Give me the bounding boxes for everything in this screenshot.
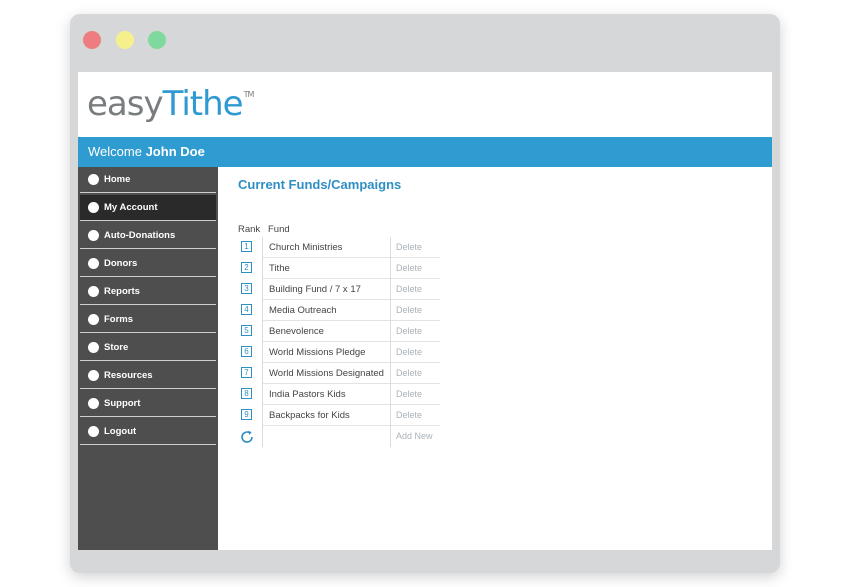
sidebar-item-label: Logout: [104, 426, 137, 437]
circle-icon: [88, 342, 99, 353]
delete-link[interactable]: Delete: [390, 363, 440, 384]
sidebar-item-label: Home: [104, 174, 131, 185]
table-row: 1 Church Ministries Delete: [238, 237, 440, 258]
main-content: Current Funds/Campaigns Rank Fund 1 Churc…: [238, 167, 758, 550]
delete-link[interactable]: Delete: [390, 384, 440, 405]
page-title: Current Funds/Campaigns: [238, 177, 402, 192]
table-row: 3 Building Fund / 7 x 17 Delete: [238, 279, 440, 300]
sidebar-nav: Home My Account Auto-Donations Donors Report…: [78, 167, 218, 550]
rank-badge[interactable]: 4: [241, 304, 252, 315]
logo-trademark: TM: [243, 90, 255, 99]
circle-icon: [88, 398, 99, 409]
delete-link[interactable]: Delete: [390, 258, 440, 279]
circle-icon: [88, 202, 99, 213]
rank-badge[interactable]: 8: [241, 388, 252, 399]
fund-column-header: Fund: [268, 224, 290, 235]
delete-link[interactable]: Delete: [390, 237, 440, 258]
sidebar-item-label: Forms: [104, 314, 134, 325]
rank-badge[interactable]: 9: [241, 409, 252, 420]
circle-icon: [88, 258, 99, 269]
table-row: 2 Tithe Delete: [238, 258, 440, 279]
sidebar-item-label: Reports: [104, 286, 140, 297]
rank-badge[interactable]: 2: [241, 262, 252, 273]
close-window-button[interactable]: [83, 31, 101, 49]
new-fund-cell: [262, 426, 390, 447]
sidebar-item-donors[interactable]: Donors: [80, 251, 216, 277]
table-row: 6 World Missions Pledge Delete: [238, 342, 440, 363]
fund-name[interactable]: World Missions Pledge: [262, 342, 390, 363]
delete-link[interactable]: Delete: [390, 321, 440, 342]
sidebar-item-label: Resources: [104, 370, 153, 381]
refresh-icon[interactable]: [239, 429, 255, 445]
table-row: 9 Backpacks for Kids Delete: [238, 405, 440, 426]
app-screen: easyTitheTM Welcome John Doe Home My Acco…: [78, 72, 772, 550]
sidebar-item-resources[interactable]: Resources: [80, 363, 216, 389]
welcome-bar: Welcome John Doe: [78, 137, 772, 167]
user-name: John Doe: [145, 144, 205, 159]
sidebar-item-label: Auto-Donations: [104, 230, 176, 241]
sidebar-item-forms[interactable]: Forms: [80, 307, 216, 333]
circle-icon: [88, 286, 99, 297]
minimize-window-button[interactable]: [116, 31, 134, 49]
sidebar-item-label: Support: [104, 398, 141, 409]
rank-column-header: Rank: [238, 224, 261, 235]
delete-link[interactable]: Delete: [390, 342, 440, 363]
fund-name[interactable]: Backpacks for Kids: [262, 405, 390, 426]
funds-table: 1 Church Ministries Delete 2 Tithe Delete 3 Bui…: [238, 237, 440, 447]
rank-badge[interactable]: 5: [241, 325, 252, 336]
circle-icon: [88, 426, 99, 437]
rank-badge[interactable]: 6: [241, 346, 252, 357]
sidebar-item-support[interactable]: Support: [80, 391, 216, 417]
delete-link[interactable]: Delete: [390, 405, 440, 426]
sidebar-item-label: Store: [104, 342, 129, 353]
fund-name[interactable]: Church Ministries: [262, 237, 390, 258]
delete-link[interactable]: Delete: [390, 300, 440, 321]
rank-badge[interactable]: 3: [241, 283, 252, 294]
sidebar-item-home[interactable]: Home: [80, 167, 216, 193]
sidebar-item-auto-donations[interactable]: Auto-Donations: [80, 223, 216, 249]
logo-text-tithe: Tithe: [162, 84, 244, 124]
delete-link[interactable]: Delete: [390, 279, 440, 300]
easytithe-logo[interactable]: easyTitheTM: [87, 84, 255, 124]
fund-name[interactable]: Tithe: [262, 258, 390, 279]
table-row: 8 India Pastors Kids Delete: [238, 384, 440, 405]
circle-icon: [88, 370, 99, 381]
circle-icon: [88, 314, 99, 325]
rank-badge[interactable]: 7: [241, 367, 252, 378]
table-row: 4 Media Outreach Delete: [238, 300, 440, 321]
header-logo-area: easyTitheTM: [78, 72, 772, 136]
fund-name[interactable]: India Pastors Kids: [262, 384, 390, 405]
sidebar-item-label: Donors: [104, 258, 138, 269]
fund-name[interactable]: Media Outreach: [262, 300, 390, 321]
fund-name[interactable]: World Missions Designated: [262, 363, 390, 384]
maximize-window-button[interactable]: [148, 31, 166, 49]
fund-name[interactable]: Benevolence: [262, 321, 390, 342]
sidebar-item-my-account[interactable]: My Account: [80, 195, 216, 221]
table-row: 7 World Missions Designated Delete: [238, 363, 440, 384]
sidebar-item-label: My Account: [104, 202, 158, 213]
logo-text-easy: easy: [87, 84, 164, 124]
browser-window: easyTitheTM Welcome John Doe Home My Acco…: [70, 14, 780, 573]
add-new-link[interactable]: Add New: [390, 426, 440, 447]
table-row: 5 Benevolence Delete: [238, 321, 440, 342]
welcome-prefix: Welcome: [88, 144, 142, 159]
sidebar-item-store[interactable]: Store: [80, 335, 216, 361]
sidebar-item-reports[interactable]: Reports: [80, 279, 216, 305]
sidebar-item-logout[interactable]: Logout: [80, 419, 216, 445]
rank-badge[interactable]: 1: [241, 241, 252, 252]
circle-icon: [88, 230, 99, 241]
fund-name[interactable]: Building Fund / 7 x 17: [262, 279, 390, 300]
circle-icon: [88, 174, 99, 185]
add-row: Add New: [238, 426, 440, 447]
